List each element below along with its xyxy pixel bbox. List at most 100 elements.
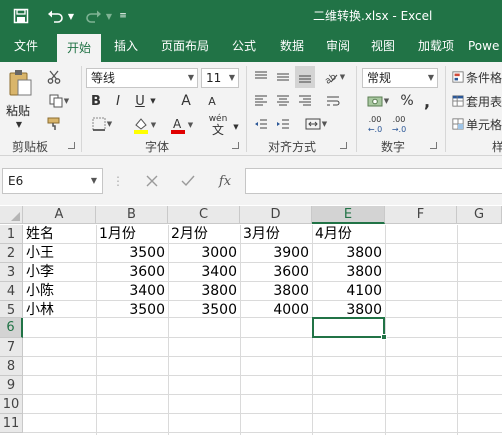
save-icon[interactable]: [10, 5, 32, 27]
select-all-corner[interactable]: [0, 206, 23, 224]
cell-e2[interactable]: 3800: [312, 244, 385, 263]
bold-button[interactable]: B: [88, 92, 104, 110]
align-bottom-icon[interactable]: [295, 66, 315, 88]
align-left-icon[interactable]: [251, 92, 271, 110]
row-header-11[interactable]: 11: [0, 414, 23, 433]
fill-color-icon[interactable]: ▼: [128, 115, 160, 135]
column-header-d[interactable]: D: [240, 206, 312, 224]
copy-icon[interactable]: ▼: [44, 92, 74, 110]
cell-c1[interactable]: 2月份: [168, 225, 240, 244]
cell-d5[interactable]: 4000: [240, 301, 312, 320]
tab-insert[interactable]: 插入: [104, 31, 148, 62]
wrap-text-icon[interactable]: [323, 92, 343, 110]
increase-decimal-button[interactable]: .00 ←.0: [364, 114, 386, 136]
redo-dropdown-icon[interactable]: ▼: [104, 5, 114, 27]
underline-button[interactable]: U: [132, 92, 148, 110]
fill-handle[interactable]: [381, 334, 387, 340]
align-top-icon[interactable]: [251, 68, 271, 86]
phonetic-dropdown-icon[interactable]: ▼: [231, 118, 241, 136]
cell-b2[interactable]: 3500: [96, 244, 168, 263]
number-launcher-icon[interactable]: [430, 142, 437, 149]
column-header-f[interactable]: F: [385, 206, 457, 224]
cell-a1[interactable]: 姓名: [23, 225, 96, 244]
check-icon[interactable]: [176, 168, 200, 194]
row-header-8[interactable]: 8: [0, 357, 23, 376]
tab-page-layout[interactable]: 页面布局: [153, 31, 217, 62]
tab-data[interactable]: 数据: [270, 31, 314, 62]
insert-function-button[interactable]: fx: [213, 168, 237, 194]
name-box[interactable]: E6 ▼: [2, 168, 103, 194]
column-header-c[interactable]: C: [168, 206, 240, 224]
format-as-table-button[interactable]: 套用表: [452, 92, 502, 110]
align-middle-icon[interactable]: [273, 68, 293, 86]
font-launcher-icon[interactable]: [232, 142, 239, 149]
cell-b5[interactable]: 3500: [96, 301, 168, 320]
format-painter-icon[interactable]: [44, 115, 64, 133]
tab-home[interactable]: 开始: [57, 34, 101, 62]
conditional-formatting-button[interactable]: 条件格: [452, 68, 502, 86]
paste-dropdown-icon[interactable]: ▼: [13, 120, 25, 129]
row-header-3[interactable]: 3: [0, 263, 23, 282]
cell-c3[interactable]: 3400: [168, 263, 240, 282]
tab-review[interactable]: 审阅: [316, 31, 360, 62]
cut-icon[interactable]: [44, 68, 64, 86]
decrease-indent-icon[interactable]: [251, 115, 271, 133]
italic-button[interactable]: I: [110, 92, 126, 110]
tab-addins[interactable]: 加载项: [409, 31, 463, 62]
increase-indent-icon[interactable]: [273, 115, 293, 133]
column-header-e[interactable]: E: [312, 206, 385, 224]
merge-center-icon[interactable]: ▼: [301, 115, 331, 133]
clipboard-launcher-icon[interactable]: [68, 142, 75, 149]
cell-a2[interactable]: 小王: [23, 244, 96, 263]
row-header-4[interactable]: 4: [0, 282, 23, 301]
cell-c2[interactable]: 3000: [168, 244, 240, 263]
phonetic-guide-button[interactable]: wén 文: [205, 112, 231, 138]
paste-icon[interactable]: [4, 68, 36, 98]
row-header-7[interactable]: 7: [0, 338, 23, 357]
cell-d2[interactable]: 3900: [240, 244, 312, 263]
cell-a3[interactable]: 小李: [23, 263, 96, 282]
row-header-5[interactable]: 5: [0, 301, 23, 318]
align-right-icon[interactable]: [295, 92, 315, 110]
orientation-icon[interactable]: ab ▼: [319, 68, 349, 86]
accounting-format-icon[interactable]: ▼: [364, 92, 392, 110]
undo-dropdown-icon[interactable]: ▼: [66, 5, 76, 27]
cell-b3[interactable]: 3600: [96, 263, 168, 282]
formula-bar-grip-icon[interactable]: ⋮: [112, 168, 124, 194]
row-header-6[interactable]: 6: [0, 318, 23, 338]
customize-qat-icon[interactable]: ≡: [116, 5, 130, 27]
decrease-decimal-button[interactable]: .00 →.0: [388, 114, 410, 136]
close-icon[interactable]: [140, 168, 164, 194]
font-size-select[interactable]: 11 ▼: [201, 68, 239, 88]
cell-d4[interactable]: 3800: [240, 282, 312, 301]
grow-font-button[interactable]: A: [177, 92, 195, 110]
cell-b1[interactable]: 1月份: [96, 225, 168, 244]
cell-styles-button[interactable]: 单元格: [452, 115, 502, 133]
column-header-g[interactable]: G: [457, 206, 502, 224]
cell-e3[interactable]: 3800: [312, 263, 385, 282]
number-format-select[interactable]: 常规 ▼: [362, 68, 438, 88]
row-header-9[interactable]: 9: [0, 376, 23, 395]
comma-style-button[interactable]: ,: [420, 92, 434, 111]
tab-power[interactable]: Powe: [468, 31, 502, 62]
cell-b4[interactable]: 3400: [96, 282, 168, 301]
align-center-icon[interactable]: [273, 92, 293, 110]
cell-a4[interactable]: 小陈: [23, 282, 96, 301]
tab-view[interactable]: 视图: [361, 31, 405, 62]
shrink-font-button[interactable]: A: [203, 92, 221, 110]
alignment-launcher-icon[interactable]: [340, 142, 347, 149]
tab-formulas[interactable]: 公式: [222, 31, 266, 62]
cell-d1[interactable]: 3月份: [240, 225, 312, 244]
undo-icon[interactable]: [44, 5, 66, 27]
tab-file[interactable]: 文件: [0, 31, 52, 62]
border-icon[interactable]: ▼: [88, 115, 116, 133]
cell-e4[interactable]: 4100: [312, 282, 385, 301]
underline-dropdown-icon[interactable]: ▼: [148, 92, 158, 110]
percent-style-button[interactable]: %: [398, 92, 416, 110]
cell-e1[interactable]: 4月份: [312, 225, 385, 244]
column-header-a[interactable]: A: [23, 206, 96, 224]
row-header-2[interactable]: 2: [0, 244, 23, 263]
row-header-1[interactable]: 1: [0, 225, 23, 244]
font-name-select[interactable]: 等线 ▼: [86, 68, 198, 88]
row-header-10[interactable]: 10: [0, 395, 23, 414]
